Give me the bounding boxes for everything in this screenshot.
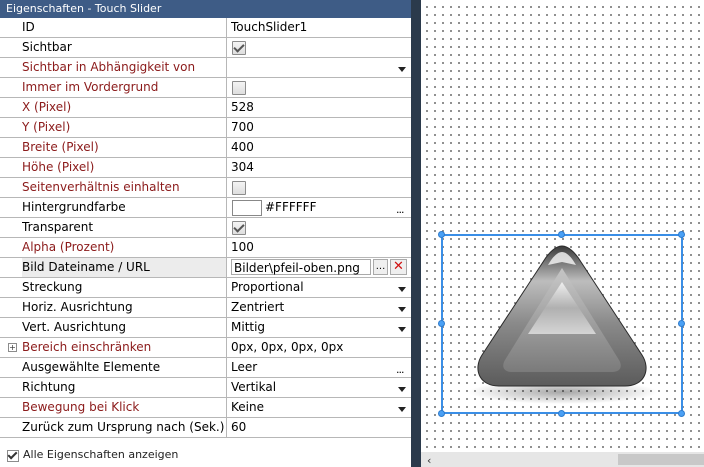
value-alpha[interactable]: 100 — [231, 238, 407, 257]
transparent-checkbox[interactable] — [232, 221, 246, 235]
label-y: Y (Pixel) — [22, 118, 227, 137]
value-bewegung[interactable]: Keine — [231, 398, 407, 417]
label-bereich: Bereich einschränken — [22, 338, 227, 357]
resize-handle-s[interactable] — [558, 410, 565, 417]
show-all-label[interactable]: Alle Eigenschaften anzeigen — [23, 448, 178, 461]
row-sichtbar[interactable]: Sichtbar — [0, 38, 411, 58]
row-transparent[interactable]: Transparent — [0, 218, 411, 238]
value-id[interactable]: TouchSlider1 — [231, 18, 407, 37]
scroll-thumb[interactable] — [618, 454, 704, 465]
row-ausgewaehlt[interactable]: Ausgewählte Elemente Leer ... — [0, 358, 411, 378]
panel-splitter[interactable] — [411, 0, 421, 467]
properties-panel: Eigenschaften - Touch Slider ID TouchSli… — [0, 0, 411, 467]
selection-frame[interactable] — [441, 234, 683, 414]
label-sichtbar: Sichtbar — [22, 38, 227, 57]
ellipsis-button[interactable]: ... — [396, 203, 404, 216]
label-vert: Vert. Ausrichtung — [22, 318, 227, 337]
ellipsis-button[interactable]: ... — [396, 363, 404, 376]
label-ausgewaehlt: Ausgewählte Elemente — [22, 358, 227, 377]
chevron-down-icon[interactable] — [398, 67, 406, 72]
row-y[interactable]: Y (Pixel) 700 — [0, 118, 411, 138]
row-seitenverhaeltnis[interactable]: Seitenverhältnis einhalten — [0, 178, 411, 198]
row-sichtbar-abhaengig[interactable]: Sichtbar in Abhängigkeit von — [0, 58, 411, 78]
image-path-field[interactable]: Bilder\pfeil-oben.png — [231, 259, 371, 275]
row-vordergrund[interactable]: Immer im Vordergrund — [0, 78, 411, 98]
row-bild[interactable]: Bild Dateiname / URL Bilder\pfeil-oben.p… — [0, 258, 411, 278]
value-vert[interactable]: Mittig — [231, 318, 407, 337]
label-seitenverhaeltnis: Seitenverhältnis einhalten — [22, 178, 227, 197]
chevron-down-icon[interactable] — [398, 327, 406, 332]
label-alpha: Alpha (Prozent) — [22, 238, 227, 257]
clear-icon[interactable]: ✕ — [390, 259, 407, 275]
row-richtung[interactable]: Richtung Vertikal — [0, 378, 411, 398]
row-hintergrundfarbe[interactable]: Hintergrundfarbe #FFFFFF ... — [0, 198, 411, 218]
row-zurueck[interactable]: Zurück zum Ursprung nach (Sek.) 60 — [0, 418, 411, 438]
row-streckung[interactable]: Streckung Proportional — [0, 278, 411, 298]
row-alpha[interactable]: Alpha (Prozent) 100 — [0, 238, 411, 258]
scroll-left-icon[interactable]: ‹ — [427, 454, 431, 467]
color-swatch[interactable] — [232, 200, 262, 216]
resize-handle-n[interactable] — [558, 231, 565, 238]
value-hoehe[interactable]: 304 — [231, 158, 407, 177]
show-all-checkbox[interactable] — [7, 450, 19, 462]
row-breite[interactable]: Breite (Pixel) 400 — [0, 138, 411, 158]
row-id[interactable]: ID TouchSlider1 — [0, 18, 411, 38]
sichtbar-checkbox[interactable] — [232, 41, 246, 55]
chevron-down-icon[interactable] — [398, 287, 406, 292]
label-transparent: Transparent — [22, 218, 227, 237]
value-bereich[interactable]: 0px, 0px, 0px, 0px — [231, 338, 407, 357]
label-breite: Breite (Pixel) — [22, 138, 227, 157]
resize-handle-se[interactable] — [678, 410, 685, 417]
resize-handle-sw[interactable] — [438, 410, 445, 417]
label-hoehe: Höhe (Pixel) — [22, 158, 227, 177]
label-vordergrund: Immer im Vordergrund — [22, 78, 227, 97]
value-sichtbar-abhaengig[interactable] — [231, 58, 407, 77]
label-x: X (Pixel) — [22, 98, 227, 117]
value-breite[interactable]: 400 — [231, 138, 407, 157]
value-x[interactable]: 528 — [231, 98, 407, 117]
value-zurueck[interactable]: 60 — [231, 418, 407, 437]
footer: Alle Eigenschaften anzeigen — [0, 442, 411, 467]
row-vert[interactable]: Vert. Ausrichtung Mittig — [0, 318, 411, 338]
resize-handle-e[interactable] — [678, 320, 685, 327]
row-bewegung[interactable]: Bewegung bei Klick Keine — [0, 398, 411, 418]
label-bewegung: Bewegung bei Klick — [22, 398, 227, 417]
resize-handle-ne[interactable] — [678, 231, 685, 238]
value-y[interactable]: 700 — [231, 118, 407, 137]
label-horiz: Horiz. Ausrichtung — [22, 298, 227, 317]
label-hintergrundfarbe: Hintergrundfarbe — [22, 198, 227, 217]
value-ausgewaehlt[interactable]: Leer — [231, 358, 407, 377]
chevron-down-icon[interactable] — [398, 387, 406, 392]
row-bereich[interactable]: + Bereich einschränken 0px, 0px, 0px, 0p… — [0, 338, 411, 358]
seitenverhaeltnis-checkbox[interactable] — [232, 181, 246, 195]
resize-handle-nw[interactable] — [438, 231, 445, 238]
label-bild: Bild Dateiname / URL — [22, 258, 227, 277]
row-x[interactable]: X (Pixel) 528 — [0, 98, 411, 118]
value-horiz[interactable]: Zentriert — [231, 298, 407, 317]
label-zurueck: Zurück zum Ursprung nach (Sek.) — [22, 418, 227, 437]
label-id: ID — [22, 18, 227, 37]
vordergrund-checkbox[interactable] — [232, 81, 246, 95]
browse-button[interactable]: ... — [373, 259, 388, 275]
resize-handle-w[interactable] — [438, 320, 445, 327]
expand-icon[interactable]: + — [8, 343, 17, 352]
value-richtung[interactable]: Vertikal — [231, 378, 407, 397]
label-sichtbar-abhaengig: Sichtbar in Abhängigkeit von — [22, 58, 227, 77]
chevron-down-icon[interactable] — [398, 307, 406, 312]
label-richtung: Richtung — [22, 378, 227, 397]
panel-title: Eigenschaften - Touch Slider — [0, 0, 411, 18]
row-hoehe[interactable]: Höhe (Pixel) 304 — [0, 158, 411, 178]
row-horiz[interactable]: Horiz. Ausrichtung Zentriert — [0, 298, 411, 318]
chevron-down-icon[interactable] — [398, 407, 406, 412]
color-value[interactable]: #FFFFFF — [265, 198, 316, 217]
horizontal-scrollbar[interactable]: ‹ — [421, 452, 704, 467]
value-streckung[interactable]: Proportional — [231, 278, 407, 297]
label-streckung: Streckung — [22, 278, 227, 297]
